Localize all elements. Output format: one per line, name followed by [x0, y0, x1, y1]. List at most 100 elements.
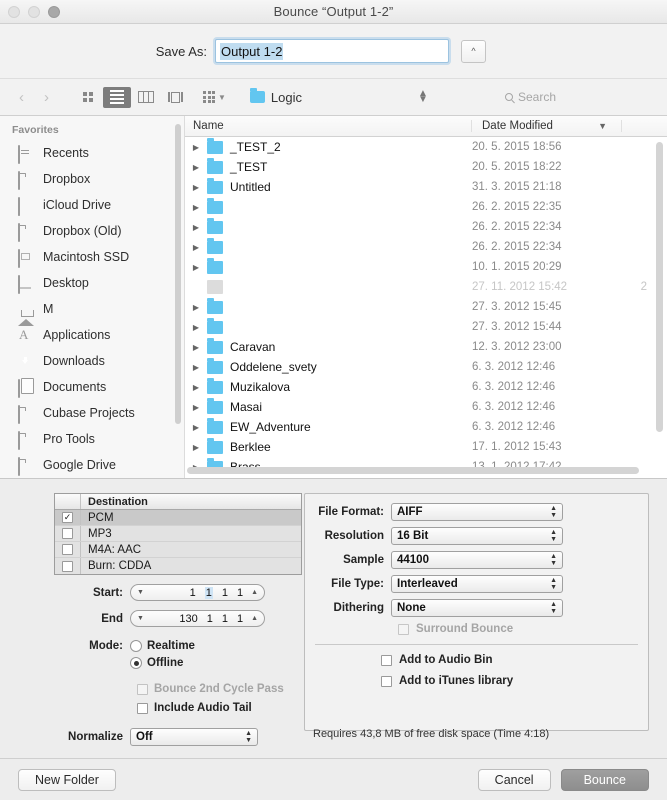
zoom-button[interactable]: [48, 6, 60, 18]
disclosure-triangle-icon[interactable]: ▶: [185, 343, 207, 352]
file-list-row[interactable]: ▶ _TEST 20. 5. 2015 18:22: [185, 157, 667, 177]
disclosure-triangle-icon[interactable]: ▶: [185, 403, 207, 412]
end-stepper[interactable]: ▼ 130 1 1 1 ▲: [130, 610, 265, 627]
radio-offline[interactable]: [130, 657, 142, 669]
disclosure-triangle-icon[interactable]: ▶: [185, 223, 207, 232]
sidebar-item-google-drive[interactable]: Google Drive: [0, 452, 184, 478]
column-view-icon[interactable]: [132, 87, 160, 108]
coverflow-view-icon[interactable]: [161, 87, 189, 108]
file-list-row[interactable]: ▶ 26. 2. 2015 22:34: [185, 217, 667, 237]
back-icon[interactable]: ‹: [10, 87, 33, 107]
normalize-popup[interactable]: Off ▲ ▼: [130, 728, 258, 746]
stepper-down-icon[interactable]: ▼: [137, 589, 144, 596]
radio-realtime[interactable]: [130, 640, 142, 652]
file-list-row[interactable]: 27. 11. 2012 15:42 2: [185, 277, 667, 297]
sidebar-scrollbar[interactable]: [175, 124, 181, 424]
bounce-2nd-cycle-row: Bounce 2nd Cycle Pass: [18, 683, 288, 695]
sidebar-item-dropbox-old[interactable]: Dropbox (Old): [0, 218, 184, 244]
arrange-by-icon[interactable]: ▼: [203, 91, 226, 103]
file-list-row[interactable]: ▶ 26. 2. 2015 22:35: [185, 197, 667, 217]
finder-toolbar: ‹ › ▼ Logic ▲ ▼ Search: [0, 79, 667, 116]
file-list-row[interactable]: ▶ EW_Adventure 6. 3. 2012 12:46: [185, 417, 667, 437]
file-list-row[interactable]: ▶ 27. 3. 2012 15:45: [185, 297, 667, 317]
folder-icon: [207, 257, 223, 274]
disclosure-triangle-icon[interactable]: ▶: [185, 243, 207, 252]
sidebar-item-m[interactable]: M: [0, 296, 184, 326]
disclosure-triangle-icon[interactable]: ▶: [185, 163, 207, 172]
stepper-up-icon[interactable]: ▲: [251, 615, 258, 622]
sidebar-item-macintosh-ssd[interactable]: Macintosh SSD: [0, 244, 184, 270]
format-field-popup[interactable]: Interleaved ▲ ▼: [391, 575, 563, 593]
destination-row[interactable]: Burn: CDDA: [55, 558, 301, 574]
add-to-itunes-checkbox[interactable]: [381, 675, 392, 687]
sidebar-item-icloud-drive[interactable]: iCloud Drive: [0, 192, 184, 218]
close-button[interactable]: [8, 6, 20, 18]
file-list-row[interactable]: ▶ Berklee 17. 1. 2012 15:43: [185, 437, 667, 457]
destination-checkbox[interactable]: [62, 528, 73, 539]
sidebar-item-pro-tools[interactable]: Pro Tools: [0, 426, 184, 452]
file-list-row[interactable]: ▶ 10. 1. 2015 20:29: [185, 257, 667, 277]
new-folder-button[interactable]: New Folder: [18, 768, 116, 791]
column-header-name[interactable]: Name: [185, 120, 472, 132]
disclosure-triangle-icon[interactable]: ▶: [185, 203, 207, 212]
stepper-down-icon[interactable]: ▼: [137, 615, 144, 622]
destination-row[interactable]: ✓ PCM: [55, 510, 301, 526]
disclosure-triangle-icon[interactable]: ▶: [185, 423, 207, 432]
start-stepper[interactable]: ▼ 1111 ▲: [130, 584, 265, 601]
disclosure-triangle-icon[interactable]: ▶: [185, 323, 207, 332]
file-list-row[interactable]: ▶ Untitled 31. 3. 2015 21:18: [185, 177, 667, 197]
search-input[interactable]: Search: [505, 87, 657, 107]
destination-checkbox[interactable]: ✓: [62, 512, 73, 523]
sidebar-item-desktop[interactable]: Desktop: [0, 270, 184, 296]
disclosure-triangle-icon[interactable]: ▶: [185, 363, 207, 372]
destination-row[interactable]: MP3: [55, 526, 301, 542]
file-list-row[interactable]: ▶ Muzikalova 6. 3. 2012 12:46: [185, 377, 667, 397]
surround-bounce-checkbox[interactable]: [398, 623, 409, 635]
format-field-popup[interactable]: None ▲ ▼: [391, 599, 563, 617]
file-list-row[interactable]: ▶ Caravan 12. 3. 2012 23:00: [185, 337, 667, 357]
forward-icon[interactable]: ›: [35, 87, 58, 107]
destination-checkbox[interactable]: [62, 544, 73, 555]
disclosure-triangle-icon[interactable]: ▶: [185, 303, 207, 312]
disclosure-triangle-icon[interactable]: ▶: [185, 143, 207, 152]
format-field-popup[interactable]: 16 Bit ▲ ▼: [391, 527, 563, 545]
grid-view-icon[interactable]: [74, 87, 102, 108]
column-header-date[interactable]: Date Modified ▼: [472, 120, 622, 132]
path-popup-button[interactable]: Logic ▲ ▼: [244, 86, 434, 108]
bounce-button[interactable]: Bounce: [560, 768, 649, 791]
sidebar-item-cubase-projects[interactable]: Cubase Projects: [0, 400, 184, 426]
sidebar-item-dropbox[interactable]: Dropbox: [0, 166, 184, 192]
sidebar-item-documents[interactable]: Documents: [0, 374, 184, 400]
file-list-row[interactable]: ▶ 26. 2. 2015 22:34: [185, 237, 667, 257]
disclosure-triangle-icon[interactable]: ▶: [185, 263, 207, 272]
file-list-vertical-scrollbar[interactable]: [656, 142, 663, 432]
file-list-row[interactable]: ▶ Oddelene_svety 6. 3. 2012 12:46: [185, 357, 667, 377]
destination-checkbox[interactable]: [62, 560, 73, 572]
stepper-up-icon[interactable]: ▲: [251, 589, 258, 596]
format-field-popup[interactable]: AIFF ▲ ▼: [391, 503, 563, 521]
stepper-value: 1: [221, 586, 228, 599]
file-list-row[interactable]: ▶ 27. 3. 2012 15:44: [185, 317, 667, 337]
disclosure-triangle-icon[interactable]: ▶: [185, 443, 207, 452]
sidebar-item-applications[interactable]: Applications: [0, 322, 184, 348]
destination-row[interactable]: M4A: AAC: [55, 542, 301, 558]
disclosure-triangle-icon[interactable]: ▶: [185, 383, 207, 392]
format-field-value: Interleaved: [397, 578, 458, 590]
file-list-row[interactable]: ▶ Masai 6. 3. 2012 12:46: [185, 397, 667, 417]
format-field-popup[interactable]: 44100 ▲ ▼: [391, 551, 563, 569]
file-list-horizontal-scrollbar[interactable]: [187, 467, 640, 474]
folder-icon: [207, 237, 223, 254]
minimize-button[interactable]: [28, 6, 40, 18]
disclosure-triangle-icon[interactable]: ^: [461, 39, 486, 63]
sidebar-item-recents[interactable]: Recents: [0, 140, 184, 166]
save-as-input[interactable]: Output 1-2: [215, 39, 449, 63]
bounce-2nd-cycle-checkbox[interactable]: [137, 683, 148, 695]
list-view-icon[interactable]: [103, 86, 131, 108]
add-to-audio-bin-checkbox[interactable]: [381, 654, 392, 666]
file-list-row[interactable]: ▶ _TEST_2 20. 5. 2015 18:56: [185, 137, 667, 157]
include-audio-tail-checkbox[interactable]: [137, 702, 148, 714]
disclosure-triangle-icon[interactable]: ▶: [185, 183, 207, 192]
search-icon: [505, 93, 513, 101]
cancel-button[interactable]: Cancel: [477, 768, 551, 791]
sidebar-item-downloads[interactable]: Downloads: [0, 348, 184, 374]
